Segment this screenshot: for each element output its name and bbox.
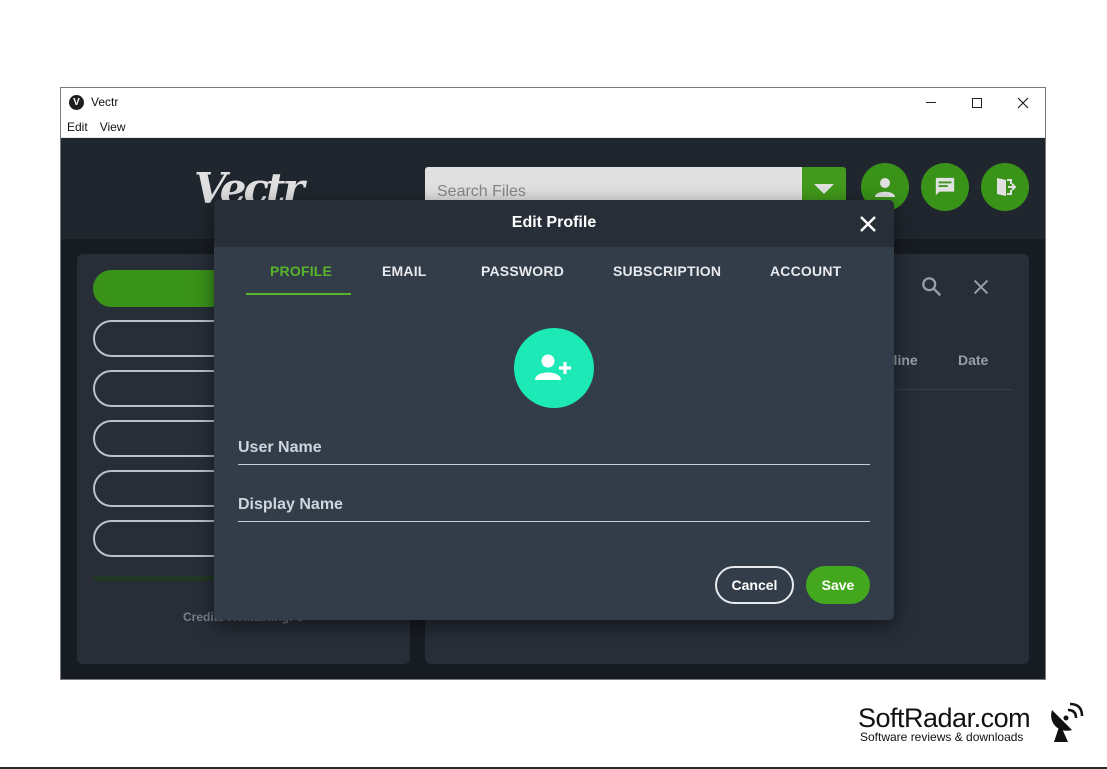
menu-edit[interactable]: Edit [61,120,94,134]
active-tab-indicator [246,293,351,295]
tab-account[interactable]: ACCOUNT [770,263,841,279]
user-name-label: User Name [238,439,322,456]
vectr-app-icon: V [69,95,84,110]
tab-profile[interactable]: PROFILE [270,263,332,279]
user-name-field[interactable] [238,464,870,465]
dialog-header: Edit Profile [214,200,894,247]
window-title: Vectr [91,95,119,109]
save-button[interactable]: Save [806,566,870,604]
close-icon[interactable] [858,214,878,234]
title-bar: V Vectr [61,88,1045,117]
add-avatar-button[interactable] [514,328,594,408]
menu-bar: Edit View [61,117,1045,138]
window-close-button[interactable] [1000,88,1046,117]
close-icon [1017,97,1029,108]
minimize-button[interactable] [908,88,954,117]
satellite-dish-icon [1051,702,1084,742]
edit-profile-dialog: Edit Profile PROFILE EMAIL PASSWORD SUBS… [214,200,894,620]
maximize-icon [972,97,982,108]
dialog-title: Edit Profile [511,214,597,231]
minimize-icon [926,102,936,103]
cancel-button[interactable]: Cancel [715,566,794,604]
add-user-icon [535,354,571,380]
tab-password[interactable]: PASSWORD [481,263,564,279]
menu-view[interactable]: View [94,120,132,134]
display-name-label: Display Name [238,496,343,513]
maximize-button[interactable] [954,88,1000,117]
watermark-tagline: Software reviews & downloads [860,730,1024,744]
app-window: V Vectr Edit View Vectr Search Files Cre… [60,87,1046,680]
tab-email[interactable]: EMAIL [382,263,427,279]
tab-subscription[interactable]: SUBSCRIPTION [613,263,721,279]
display-name-field[interactable] [238,521,870,522]
